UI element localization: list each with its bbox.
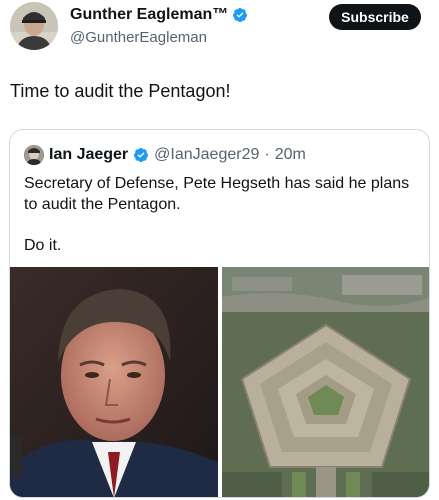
quoted-post-card[interactable]: Ian Jaeger @IanJaeger29 · 20m Secretary … xyxy=(9,129,430,498)
portrait-photo-icon xyxy=(10,267,218,497)
subscribe-button[interactable]: Subscribe xyxy=(329,4,421,30)
quoted-author-name[interactable]: Ian Jaeger xyxy=(49,146,128,164)
quoted-author-handle[interactable]: @IanJaeger29 xyxy=(154,146,259,164)
profile-photo-icon xyxy=(24,145,44,165)
pentagon-aerial-photo-icon xyxy=(222,267,429,497)
quoted-post-header: Ian Jaeger @IanJaeger29 · 20m xyxy=(24,145,306,165)
author-avatar[interactable] xyxy=(10,2,58,50)
author-name-row: Gunther Eagleman™ xyxy=(70,6,248,24)
quoted-post-time[interactable]: 20m xyxy=(275,146,306,164)
quoted-post-text: Secretary of Defense, Pete Hegseth has s… xyxy=(24,175,410,213)
post-text: Time to audit the Pentagon! xyxy=(10,81,231,101)
media-image-portrait[interactable] xyxy=(10,267,218,497)
quoted-post-text-2: Do it. xyxy=(24,237,62,254)
meta-separator: · xyxy=(264,146,270,163)
author-name[interactable]: Gunther Eagleman™ xyxy=(70,6,228,24)
media-image-pentagon[interactable] xyxy=(222,267,429,497)
verified-badge-icon xyxy=(233,8,248,23)
quoted-author-avatar[interactable] xyxy=(24,145,44,165)
author-handle[interactable]: @GuntherEagleman xyxy=(70,29,207,46)
verified-badge-icon xyxy=(134,148,149,163)
profile-photo-icon xyxy=(10,2,58,50)
